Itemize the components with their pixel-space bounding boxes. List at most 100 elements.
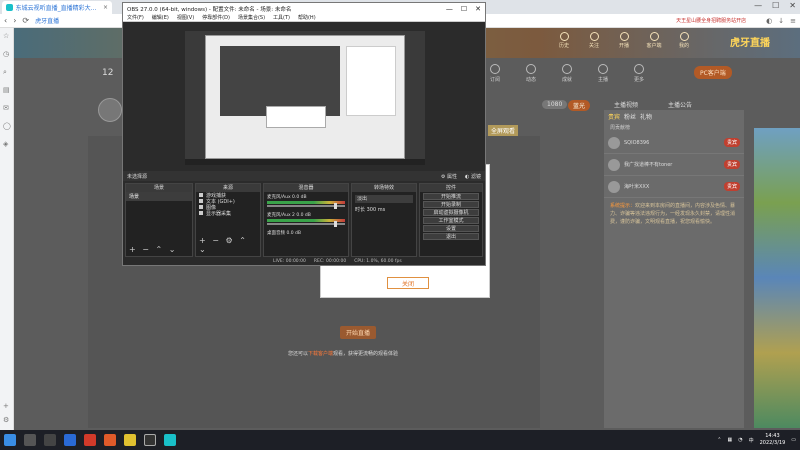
obs-close-button[interactable]: ✕: [475, 5, 481, 13]
download-icon[interactable]: ↓: [778, 17, 784, 25]
rank-row[interactable]: 我广找道棒不有toner 贵宾: [604, 154, 744, 176]
rank-row[interactable]: 海叶米XXX 贵宾: [604, 176, 744, 198]
browser-tab[interactable]: 东城云视听直播_直播精彩大剧播_ ×: [2, 1, 112, 14]
news-ticker[interactable]: 天王星山腰全身招聘服务站开店: [676, 17, 746, 24]
menu-edit[interactable]: 编辑(E): [152, 14, 169, 21]
exit-button[interactable]: 退出: [423, 233, 479, 240]
filters-button[interactable]: ◐ 滤镜: [465, 173, 481, 180]
file-explorer-icon[interactable]: [64, 434, 76, 446]
menu-help[interactable]: 帮助(H): [298, 14, 316, 21]
refresh-icon[interactable]: ⟳: [22, 16, 29, 25]
obs-preview[interactable]: [185, 31, 425, 165]
obs-title: OBS 27.0.0 (64-bit, windows) - 配置文件: 未命名…: [127, 6, 292, 13]
search-icon[interactable]: ⌕: [3, 68, 7, 77]
tab-close-icon[interactable]: ×: [103, 4, 108, 11]
eye-icon[interactable]: [199, 199, 203, 203]
start-icon[interactable]: [4, 434, 16, 446]
site-logo[interactable]: 虎牙直播: [730, 34, 770, 49]
bluray-pill[interactable]: 蓝光: [568, 100, 591, 111]
nav-follow[interactable]: 关注: [584, 32, 604, 49]
menu-view[interactable]: 视图(V): [177, 14, 194, 21]
close-button[interactable]: ✕: [789, 1, 796, 10]
settings-icon[interactable]: ⚙: [3, 416, 9, 424]
virtual-camera-button[interactable]: 启动虚拟摄像机: [423, 209, 479, 216]
room-tool-dynamic[interactable]: 动态: [520, 64, 542, 83]
scene-item[interactable]: 场景: [126, 192, 192, 201]
clock[interactable]: 14:43 2022/3/19: [760, 433, 786, 447]
eye-icon[interactable]: [199, 211, 203, 215]
eye-icon[interactable]: [199, 193, 203, 197]
history-icon[interactable]: ◷: [3, 50, 9, 58]
start-recording-button[interactable]: 开始录制: [423, 201, 479, 208]
mail-icon[interactable]: ✉: [3, 104, 9, 112]
task-view-icon[interactable]: [44, 434, 56, 446]
notification-icon[interactable]: ▭: [791, 437, 796, 443]
room-tool-achieve[interactable]: 成就: [556, 64, 578, 83]
side-ad-banner[interactable]: [754, 128, 800, 428]
anchor-notice-link[interactable]: 主播公告: [668, 100, 692, 109]
streamer-avatar[interactable]: [98, 98, 122, 122]
ime-indicator[interactable]: 中: [749, 437, 754, 444]
nav-me[interactable]: 我的: [674, 32, 694, 49]
vip-badge: 贵宾: [723, 160, 740, 169]
transition-duration[interactable]: 时长 300 ms: [355, 206, 413, 213]
rank-row[interactable]: SQIO8396 贵宾: [604, 132, 744, 154]
room-tool-subscribe[interactable]: 订阅: [484, 64, 506, 83]
app-orange-icon[interactable]: [104, 434, 116, 446]
dialog-close-button[interactable]: 关闭: [387, 277, 429, 289]
preview-dialog: [266, 106, 326, 128]
properties-button[interactable]: ⚙ 属性: [441, 173, 457, 180]
nav-live[interactable]: 开播: [614, 32, 634, 49]
volume-icon[interactable]: ◔: [738, 437, 742, 443]
extension-icon[interactable]: ◐: [766, 17, 772, 25]
settings-button[interactable]: 设置: [423, 225, 479, 232]
menu-file[interactable]: 文件(F): [127, 14, 144, 21]
network-icon[interactable]: ▦: [728, 437, 733, 443]
anchor-video-link[interactable]: 主播视频: [614, 100, 638, 109]
obs-maximize-button[interactable]: ☐: [461, 5, 467, 13]
chat-icon[interactable]: ◯: [3, 122, 11, 130]
eye-icon[interactable]: [199, 205, 203, 209]
browser-sidebar: ☆ ◷ ⌕ ▤ ✉ ◯ ◈ + ⚙: [0, 28, 14, 430]
nav-client[interactable]: 客户端: [644, 32, 664, 49]
url-field[interactable]: 虎牙直播: [35, 16, 115, 25]
obs-minimize-button[interactable]: —: [446, 5, 453, 13]
browser-taskbar-icon[interactable]: [164, 434, 176, 446]
menu-icon[interactable]: ≡: [790, 17, 796, 25]
maximize-button[interactable]: ☐: [772, 1, 779, 10]
transition-select[interactable]: 淡出: [355, 195, 413, 203]
minimize-button[interactable]: —: [754, 1, 762, 10]
app-yellow-icon[interactable]: [124, 434, 136, 446]
menu-scene-collection[interactable]: 场景集合(S): [238, 14, 265, 21]
note-icon[interactable]: ▤: [3, 86, 10, 94]
fullscreen-tag[interactable]: 全屏观看: [488, 125, 519, 136]
back-icon[interactable]: ‹: [4, 16, 7, 25]
game-icon[interactable]: ◈: [3, 140, 8, 148]
start-streaming-button[interactable]: 开始推流: [423, 193, 479, 200]
volume-slider[interactable]: [267, 221, 345, 227]
start-live-button[interactable]: 开始直播: [340, 326, 377, 339]
pc-client-button[interactable]: PC客户端: [694, 66, 732, 79]
tab-fans[interactable]: 粉丝: [624, 112, 636, 121]
volume-slider[interactable]: [267, 203, 345, 209]
search-taskbar-icon[interactable]: [24, 434, 36, 446]
tray-arrow-icon[interactable]: ⌃: [717, 437, 721, 443]
room-tool-more[interactable]: 更多: [628, 64, 650, 83]
quality-pill[interactable]: 1080: [542, 100, 568, 109]
app-red-icon[interactable]: [84, 434, 96, 446]
scene-tools[interactable]: + − ⌃ ⌄: [129, 245, 177, 254]
source-tools[interactable]: + − ⚙ ⌃ ⌄: [199, 236, 260, 254]
tab-vip[interactable]: 贵宾: [608, 112, 620, 121]
tab-gift[interactable]: 礼物: [640, 112, 652, 121]
source-item[interactable]: 显示器采集: [196, 210, 260, 217]
obs-taskbar-icon[interactable]: [144, 434, 156, 446]
room-tool-anchor[interactable]: 主播: [592, 64, 614, 83]
menu-tools[interactable]: 工具(T): [273, 14, 290, 21]
nav-history[interactable]: 历史: [554, 32, 574, 49]
studio-mode-button[interactable]: 工作室模式: [423, 217, 479, 224]
menu-docks[interactable]: 停靠部件(D): [202, 14, 230, 21]
star-icon[interactable]: ☆: [3, 32, 9, 40]
download-client-link[interactable]: 下载客户端: [308, 351, 333, 357]
forward-icon[interactable]: ›: [13, 16, 16, 25]
add-icon[interactable]: +: [3, 402, 9, 410]
